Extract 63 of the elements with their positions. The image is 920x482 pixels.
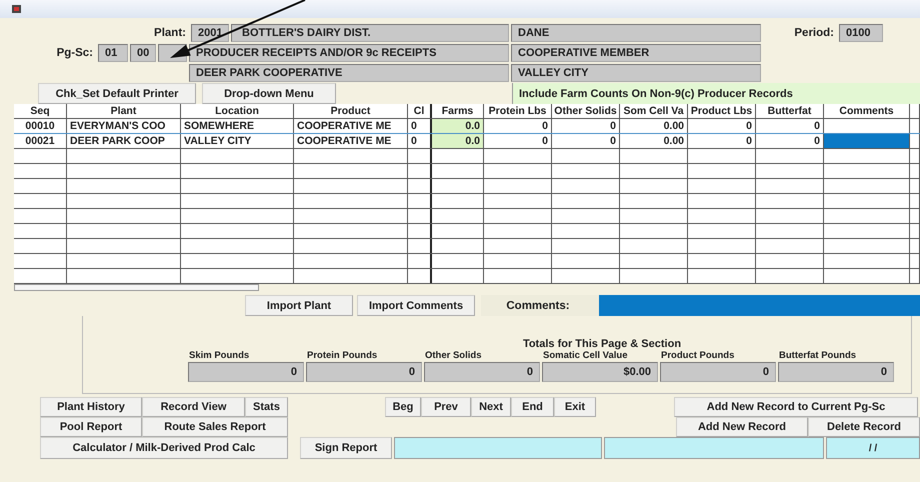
county-field[interactable]: DANE: [511, 24, 761, 42]
period-label: Period:: [793, 26, 835, 41]
report-button[interactable]: Pool Report: [40, 417, 142, 437]
nav-left-button[interactable]: Stats: [245, 397, 288, 417]
member-type-field[interactable]: COOPERATIVE MEMBER: [511, 44, 761, 62]
sign-report-button[interactable]: Sign Report: [300, 437, 392, 459]
table-cell: COOPERATIVE ME: [294, 119, 408, 133]
totals-field: 0: [188, 362, 304, 382]
table-cell: 0.0: [432, 134, 484, 148]
period-field[interactable]: 0100: [839, 24, 883, 42]
page-field[interactable]: 01: [98, 44, 128, 62]
plant-code-field[interactable]: 2001: [191, 24, 229, 42]
table-cell: 0: [408, 134, 432, 148]
table-cell: 0: [408, 119, 432, 133]
import-plant-button[interactable]: Import Plant: [245, 295, 353, 316]
totals-label: Somatic Cell Value: [542, 350, 628, 361]
totals-label: Skim Pounds: [188, 350, 250, 361]
app-icon: [12, 5, 21, 13]
totals-field: $0.00: [542, 362, 658, 382]
comments-cell[interactable]: [824, 134, 910, 148]
totals-label: Protein Pounds: [306, 350, 378, 361]
totals-label: Product Pounds: [660, 350, 736, 361]
include-note: Include Farm Counts On Non-9(c) Producer Records: [512, 83, 920, 104]
record-button[interactable]: Add New Record: [676, 417, 808, 437]
calculator-button[interactable]: Calculator / Milk-Derived Prod Calc: [40, 437, 288, 459]
date-field[interactable]: / /: [826, 437, 920, 459]
totals-field: 0: [660, 362, 776, 382]
record-nav-button[interactable]: Prev: [421, 397, 471, 417]
totals-field: 0: [306, 362, 422, 382]
horizontal-scrollbar[interactable]: [14, 284, 259, 291]
set-default-printer-button[interactable]: Chk_Set Default Printer: [38, 83, 196, 104]
dropdown-menu-button[interactable]: Drop-down Menu: [202, 83, 336, 104]
table-cell: COOPERATIVE ME: [294, 134, 408, 148]
record-nav-button[interactable]: Next: [471, 397, 511, 417]
table-cell: VALLEY CITY: [181, 134, 294, 148]
pgsc-label: Pg-Sc:: [56, 46, 94, 61]
totals-field: 0: [424, 362, 540, 382]
totals-label: Butterfat Pounds: [778, 350, 858, 361]
column-header: Other Solids: [552, 104, 620, 118]
city-field[interactable]: VALLEY CITY: [511, 64, 761, 82]
nav-left-button[interactable]: Record View: [142, 397, 245, 417]
record-button[interactable]: Delete Record: [808, 417, 920, 437]
signature-field[interactable]: [394, 437, 602, 459]
signer-field[interactable]: [604, 437, 824, 459]
record-nav-button[interactable]: Exit: [554, 397, 596, 417]
table-cell: SOMEWHERE: [181, 119, 294, 133]
record-nav-button[interactable]: Beg: [385, 397, 421, 417]
section-name-field[interactable]: PRODUCER RECEIPTS AND/OR 9c RECEIPTS: [189, 44, 509, 62]
totals-field: 0: [778, 362, 894, 382]
section-field[interactable]: 00: [130, 44, 156, 62]
totals-label: Other Solids: [424, 350, 482, 361]
record-nav-button[interactable]: End: [511, 397, 554, 417]
nav-left-button[interactable]: Plant History: [40, 397, 142, 417]
plant-name-field[interactable]: BOTTLER'S DAIRY DIST.: [231, 24, 509, 42]
totals-title: Totals for This Page & Section: [522, 338, 682, 350]
report-button[interactable]: Route Sales Report: [142, 417, 288, 437]
table-cell: 0.0: [432, 119, 484, 133]
cooperative-field[interactable]: DEER PARK COOPERATIVE: [189, 64, 509, 82]
comments-field[interactable]: [599, 295, 920, 316]
comments-label: Comments:: [481, 295, 599, 316]
import-comments-button[interactable]: Import Comments: [357, 295, 475, 316]
add-record-current-button[interactable]: Add New Record to Current Pg-Sc: [674, 397, 918, 417]
plant-label: Plant:: [153, 26, 187, 41]
